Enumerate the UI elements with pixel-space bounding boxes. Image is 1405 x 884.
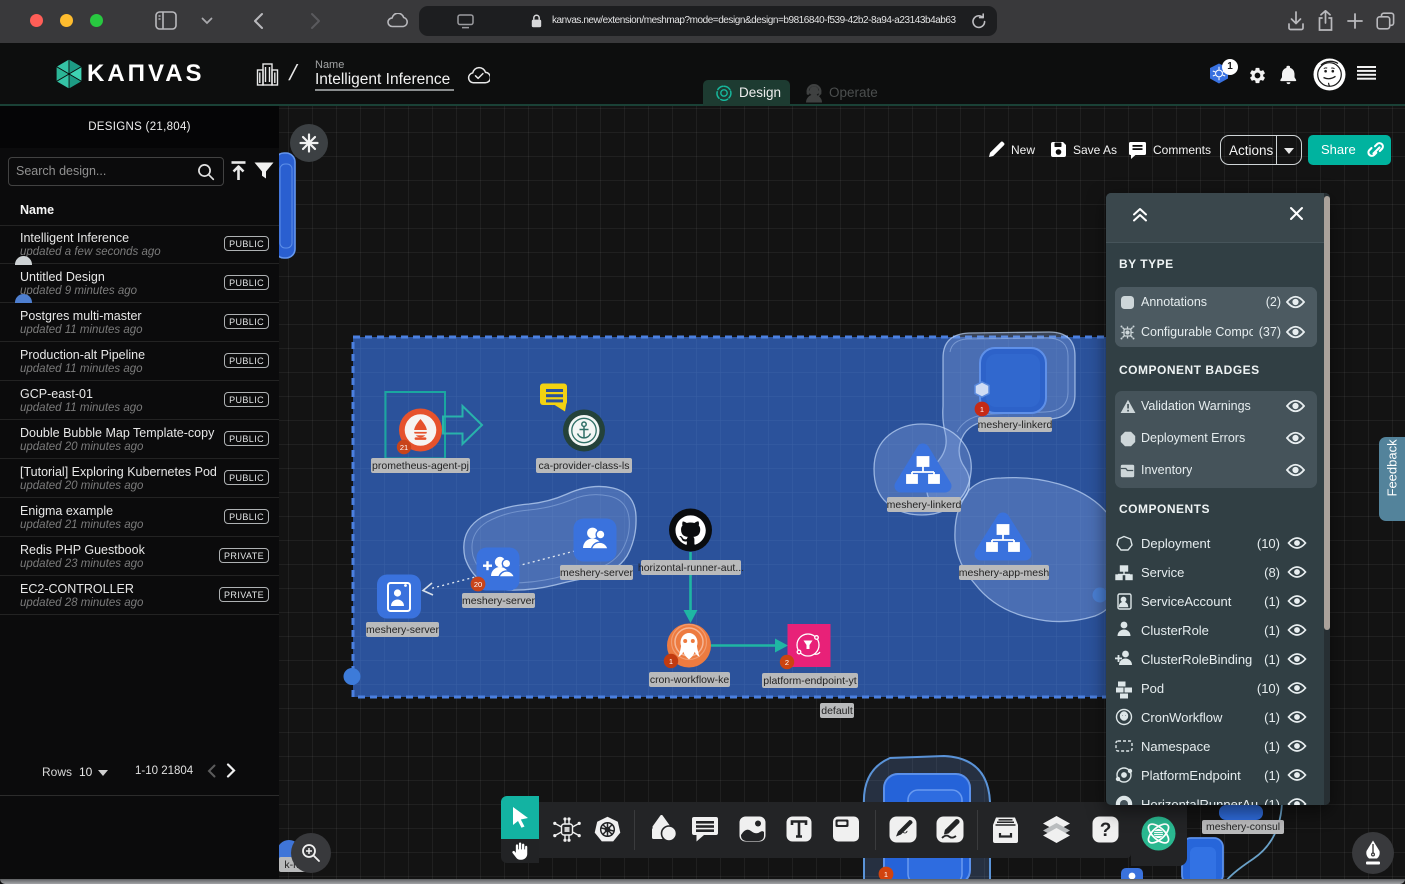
svg-text:(1): (1) [1264,768,1280,783]
svg-text:horizontal-runner-aut...: horizontal-runner-aut... [638,562,744,574]
svg-text:meshery-linkerd: meshery-linkerd [978,419,1053,431]
svg-text:?: ? [1100,820,1112,841]
svg-text:Pod: Pod [1141,681,1164,696]
svg-text:CronWorkflow: CronWorkflow [1141,710,1223,725]
svg-text:20: 20 [474,580,482,589]
svg-text:Service: Service [1141,565,1184,580]
svg-text:(1): (1) [1264,652,1280,667]
svg-text:cron-workflow-ke: cron-workflow-ke [650,674,730,686]
svg-text:1: 1 [980,405,984,414]
svg-text:ServiceAccount: ServiceAccount [1141,594,1232,609]
svg-text:PlatformEndpoint: PlatformEndpoint [1141,768,1241,783]
svg-text:(10): (10) [1257,681,1280,696]
svg-text:1: 1 [884,870,888,879]
svg-text:1: 1 [669,657,673,666]
svg-text:meshery-server: meshery-server [462,595,535,607]
svg-text:(10): (10) [1257,536,1280,551]
svg-text:Deployment: Deployment [1141,536,1211,551]
svg-text:ca-provider-class-ls: ca-provider-class-ls [538,460,629,472]
svg-text:2: 2 [785,658,789,667]
svg-text:HorizontalRunnerAu…: HorizontalRunnerAu… [1141,797,1271,805]
svg-text:prometheus-agent-pj: prometheus-agent-pj [372,460,469,472]
svg-text:ClusterRole: ClusterRole [1141,623,1209,638]
svg-text:(1): (1) [1264,710,1280,725]
svg-text:meshery-app-mesh: meshery-app-mesh [959,567,1050,579]
svg-text:meshery-server: meshery-server [366,624,439,636]
svg-text:(1): (1) [1264,739,1280,754]
svg-text:ClusterRoleBinding: ClusterRoleBinding [1141,652,1252,667]
svg-text:21: 21 [400,443,408,452]
svg-text:(1): (1) [1264,623,1280,638]
svg-text:platform-endpoint-yt: platform-endpoint-yt [763,675,856,687]
svg-text:Namespace: Namespace [1141,739,1210,754]
svg-text:(1): (1) [1264,594,1280,609]
svg-text:default: default [821,705,853,717]
svg-text:(8): (8) [1264,565,1280,580]
svg-text:meshery-server: meshery-server [560,567,633,579]
svg-text:meshery-linkerd: meshery-linkerd [887,499,962,511]
svg-text:(1): (1) [1264,797,1280,805]
